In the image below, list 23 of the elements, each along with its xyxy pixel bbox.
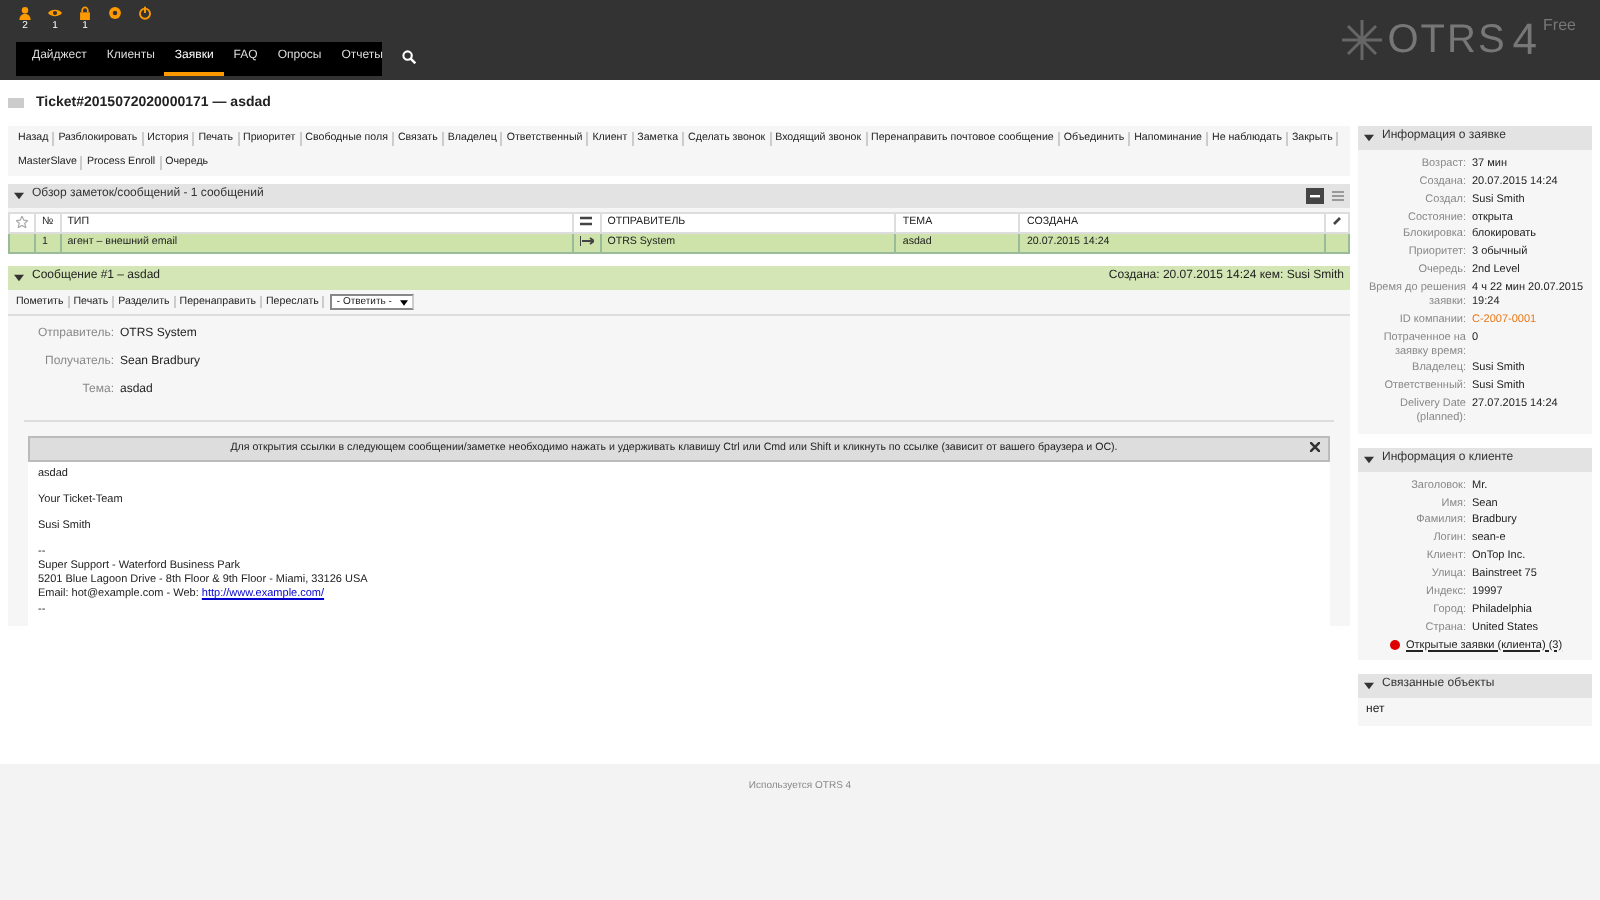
caret-icon xyxy=(399,299,408,306)
outgoing-icon xyxy=(579,236,594,247)
user-icon[interactable] xyxy=(18,6,32,20)
collapse-icon[interactable] xyxy=(1306,187,1324,204)
logo-version: 4 xyxy=(1512,11,1538,68)
logo-text: OTRS xyxy=(1387,16,1507,66)
star-icon xyxy=(1341,20,1382,60)
star-icon[interactable] xyxy=(16,215,28,228)
eye-icon[interactable] xyxy=(48,6,62,20)
power-icon[interactable] xyxy=(138,6,152,20)
caret-icon[interactable] xyxy=(14,191,24,200)
caret-icon[interactable] xyxy=(1364,133,1374,142)
logo-edition: Free xyxy=(1543,16,1576,37)
ticket-icon xyxy=(8,98,24,109)
caret-icon[interactable] xyxy=(14,273,24,282)
lock-icon[interactable] xyxy=(78,6,92,20)
direction-icon xyxy=(579,216,592,227)
search-icon[interactable] xyxy=(402,50,417,64)
alert-icon xyxy=(1390,639,1400,650)
caret-icon[interactable] xyxy=(1364,682,1374,691)
close-icon[interactable] xyxy=(1310,441,1320,452)
gear-icon[interactable] xyxy=(108,6,122,20)
caret-icon[interactable] xyxy=(1364,455,1374,464)
